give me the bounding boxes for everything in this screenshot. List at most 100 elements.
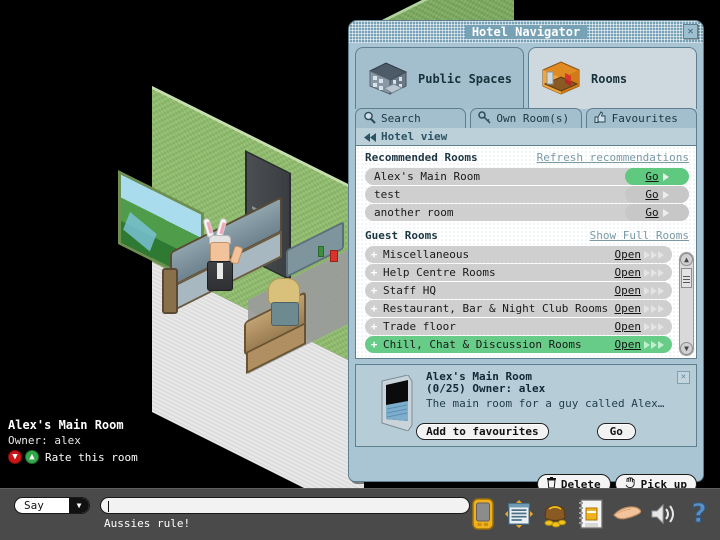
open-label: Open [614,248,642,261]
triple-arrow-icon [644,250,664,259]
chat-taskbar: Say ▼ Aussies rule! ? [0,488,720,540]
plus-icon[interactable]: + [368,339,380,351]
open-button[interactable]: Open [614,320,664,333]
thumbs-up-icon [594,110,607,127]
magnifier-icon [363,111,376,127]
recommended-rooms-title: Recommended Rooms [365,151,478,164]
catalogue-icon[interactable] [576,493,606,535]
open-button[interactable]: Open [614,284,664,297]
rate-room-label: Rate this room [45,450,138,464]
triple-arrow-icon [644,340,664,349]
close-icon[interactable]: ✕ [677,371,690,384]
green-bottle [318,246,324,257]
open-button[interactable]: Open [614,248,664,261]
plus-icon[interactable]: + [368,303,380,315]
recommended-rooms-header: Recommended Rooms Refresh recommendation… [356,146,696,167]
avatar-blonde[interactable] [266,278,306,340]
detail-room-meta: (0/25) Owner: alex [426,382,546,395]
list-item[interactable]: + Help Centre Rooms Open [365,264,672,281]
chat-mode-select[interactable]: Say ▼ [14,497,90,514]
purse-icon[interactable] [540,493,570,535]
triangle-down-icon[interactable]: ▼ [680,342,693,355]
list-item[interactable]: + Miscellaneous Open [365,246,672,263]
list-scrollbar[interactable]: ▲ ▼ [679,252,694,356]
console-icon[interactable] [468,493,498,535]
avatar-head [210,242,230,262]
volume-icon[interactable] [648,493,678,535]
rewind-icon [364,127,377,146]
open-label: Open [614,284,642,297]
triangle-right-icon [662,172,669,181]
sub-tab-own-rooms-label: Own Room(s) [496,112,570,125]
sub-tab-favourites[interactable]: Favourites [585,108,697,128]
tab-rooms[interactable]: Rooms [528,47,697,109]
close-icon[interactable]: ✕ [683,24,698,39]
list-item[interactable]: test Go [365,186,689,203]
go-button[interactable]: Go [625,204,689,221]
add-to-favourites-button[interactable]: Add to favourites [416,423,549,440]
room-list-panel[interactable]: Recommended Rooms Refresh recommendation… [355,145,697,359]
open-label: Open [614,302,642,315]
hotel-view-label: Hotel view [381,130,448,143]
open-button[interactable]: Open [614,302,664,315]
open-label: Open [614,320,642,333]
chat-mode-label: Say [24,499,44,512]
detail-room-description: The main room for a guy called Alex… [426,397,665,410]
sub-tab-own-rooms[interactable]: Own Room(s) [470,108,582,128]
rate-room-row[interactable]: ▼ ▲ Rate this room [8,450,138,464]
show-full-rooms-link[interactable]: Show Full Rooms [590,229,689,242]
refresh-recommendations-link[interactable]: Refresh recommendations [537,151,689,164]
list-item[interactable]: + Staff HQ Open [365,282,672,299]
chevron-down-icon[interactable]: ▼ [69,498,89,513]
room-info-overlay: Alex's Main Room Owner: alex ▼ ▲ Rate th… [8,418,138,464]
help-icon[interactable]: ? [684,493,714,535]
red-can [330,250,338,262]
room-detail-panel: Alex's Main Room (0/25) Owner: alex The … [355,364,697,447]
plus-icon[interactable]: + [368,285,380,297]
go-button[interactable]: Go [596,423,636,440]
tray-icons: ? [468,493,714,535]
triple-arrow-icon [644,268,664,277]
triangle-up-icon[interactable]: ▲ [680,253,693,266]
navigator-icon[interactable] [504,493,534,535]
go-label: Go [645,170,659,183]
hotel-view-bar[interactable]: Hotel view [355,128,697,145]
plus-icon[interactable]: + [368,249,380,261]
plus-icon[interactable]: + [368,267,380,279]
avatar-shirt [217,263,223,279]
guest-rooms-title: Guest Rooms [365,229,438,242]
tab-public-spaces-label: Public Spaces [418,71,512,86]
hand-icon[interactable] [612,493,642,535]
go-button[interactable]: Go [625,186,689,203]
hotel-navigator-window[interactable]: Hotel Navigator ✕ Public Spaces Rooms Se… [348,20,704,494]
guest-rooms-header: Guest Rooms Show Full Rooms [356,222,696,245]
window-title: Hotel Navigator [464,25,588,39]
chat-last-message: Aussies rule! [104,517,191,530]
guest-rooms-list: + Miscellaneous Open + Help Centre Rooms… [356,246,679,353]
detail-actions: Add to favourites Go [356,423,696,440]
window-titlebar[interactable]: Hotel Navigator ✕ [349,21,703,43]
room-title: Alex's Main Room [8,418,124,432]
list-item[interactable]: + Restaurant, Bar & Night Club Rooms Ope… [365,300,672,317]
list-item[interactable]: another room Go [365,204,689,221]
recommended-rooms-list: Alex's Main Room Go test Go another room [356,168,696,221]
go-button[interactable]: Go [625,168,689,185]
open-button[interactable]: Open [614,338,664,351]
avatar-suited[interactable] [202,217,244,292]
sub-tab-search[interactable]: Search [355,108,467,128]
key-icon [478,110,491,127]
tab-public-spaces[interactable]: Public Spaces [355,47,524,109]
open-button[interactable]: Open [615,266,664,279]
thumbs-up-icon[interactable]: ▲ [25,450,39,464]
list-item[interactable]: Alex's Main Room Go [365,168,689,185]
tab-rooms-label: Rooms [591,71,628,86]
chat-input[interactable] [100,497,470,514]
list-item[interactable]: + Trade floor Open [365,318,672,335]
plus-icon[interactable]: + [368,321,380,333]
thumbs-down-icon[interactable]: ▼ [8,450,22,464]
scrollbar-thumb[interactable] [681,268,692,288]
open-label: Open [614,338,642,351]
room-icon [539,60,583,98]
list-item[interactable]: + Chill, Chat & Discussion Rooms Open [365,336,672,353]
triple-arrow-icon [644,322,664,331]
